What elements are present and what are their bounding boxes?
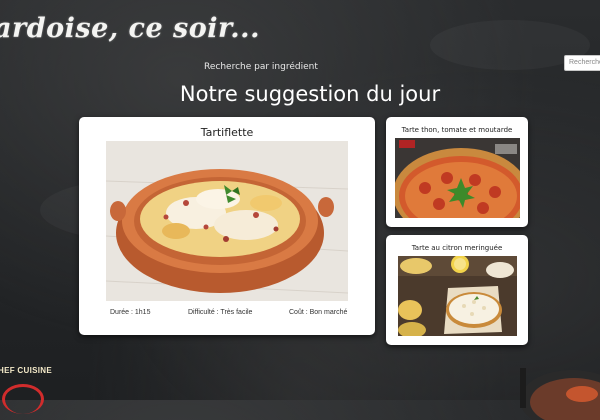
recipe-duration: Durée : 1h15 (110, 309, 151, 316)
tartiflette-dish-illustration (106, 141, 348, 301)
side-recipe-card[interactable]: Tarte thon, tomate et moutarde (386, 117, 528, 227)
featured-recipe-card[interactable]: Tartiflette Durée: 1h15 Difficulté: Tr… (79, 117, 375, 335)
ingredient-search-link[interactable]: Recherche par ingrédient (204, 62, 318, 72)
frying-pan-decoration (520, 368, 600, 420)
recipe-title[interactable]: Tarte thon, tomate et moutarde (386, 126, 528, 134)
recipe-title[interactable]: Tartiflette (79, 126, 375, 139)
page-title: Notre suggestion du jour (179, 82, 441, 106)
tartiflette-dish-photo[interactable] (106, 141, 348, 301)
site-title[interactable]: ardoise, ce soir... (0, 13, 260, 44)
brand-logo-text[interactable]: HEF CUISINE (0, 366, 52, 375)
lemon-meringue-tart-photo[interactable] (398, 256, 517, 336)
recipe-cost: Coût : Bon marché (289, 309, 348, 316)
lemon-meringue-tart-illustration (398, 256, 517, 336)
tuna-tomato-tart-illustration (395, 138, 520, 218)
recipe-difficulty: Difficulté : Très facile (188, 309, 253, 316)
recipe-title[interactable]: Tarte au citron meringuée (386, 244, 528, 252)
search-input[interactable]: Recherche (564, 55, 600, 71)
brand-logo[interactable] (2, 384, 44, 414)
tuna-tomato-tart-photo[interactable] (395, 138, 520, 218)
side-recipe-card[interactable]: Tarte au citron meringuée (386, 235, 528, 345)
